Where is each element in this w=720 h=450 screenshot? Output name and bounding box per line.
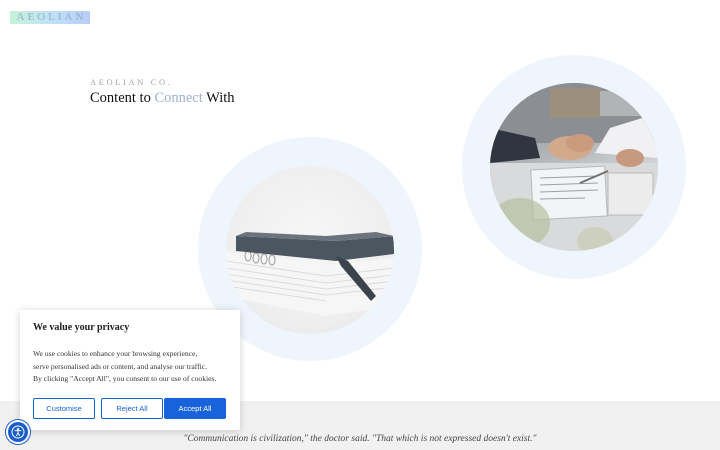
accept-all-button[interactable]: Accept All xyxy=(164,398,226,419)
cookie-title: We value your privacy xyxy=(33,322,130,333)
headline-part2: With xyxy=(202,90,235,106)
notebook-illustration xyxy=(226,232,394,316)
headline-part1: Content to xyxy=(90,90,155,106)
logo-text: AEOLIAN xyxy=(16,11,87,23)
footer-quote: "Communication is civilization," the doc… xyxy=(183,434,537,444)
site-logo[interactable]: AEOLIAN xyxy=(10,11,90,24)
accessibility-button[interactable] xyxy=(8,422,28,442)
handshake-photo xyxy=(490,83,658,251)
cookie-description: We use cookies to enhance your browsing … xyxy=(33,348,233,386)
headline-accent: Connect xyxy=(154,90,203,106)
hero-eyebrow: AEOLIAN CO. xyxy=(90,77,173,87)
handshake-illustration xyxy=(490,83,658,251)
cookie-body-line: By clicking "Accept All", you consent to… xyxy=(33,374,217,383)
notebook-photo xyxy=(226,166,394,334)
customise-button[interactable]: Customise xyxy=(33,398,95,419)
cookie-body-line: serve personalised ads or content, and a… xyxy=(33,361,208,371)
cookie-banner: We value your privacy We use cookies to … xyxy=(20,310,240,430)
reject-all-button[interactable]: Reject All xyxy=(101,398,163,419)
page: AEOLIAN AEOLIAN CO. Content to Connect W… xyxy=(0,0,720,450)
hero-headline: Content to Connect With xyxy=(90,90,235,107)
accessibility-icon xyxy=(11,425,25,439)
cookie-body-line: We use cookies to enhance your browsing … xyxy=(33,349,198,358)
